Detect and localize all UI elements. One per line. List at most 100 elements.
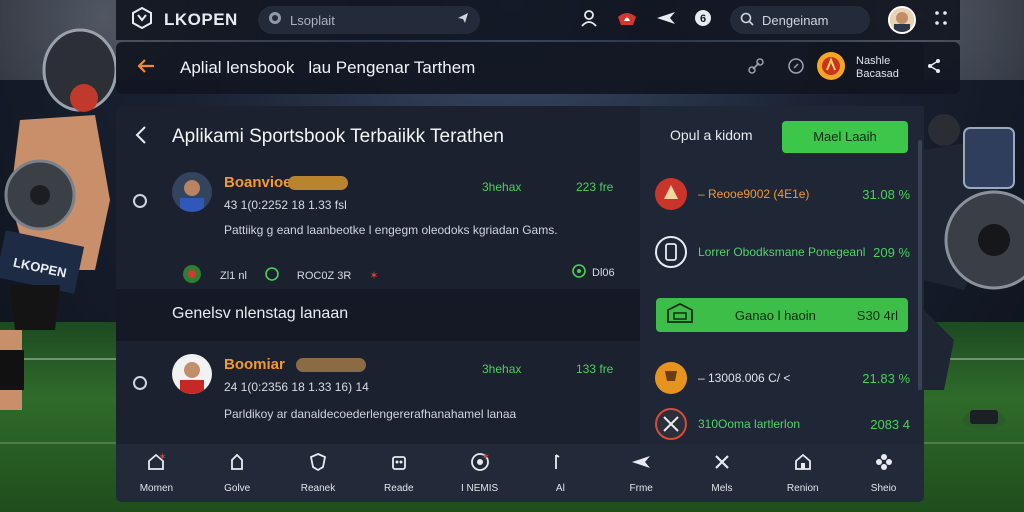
shield-icon [308, 452, 328, 477]
side-header-label: Opul a kidom [670, 127, 753, 143]
match-card[interactable]: Boanvioe 3hehax 223 fre 43 1(0:2252 18 1… [116, 168, 640, 288]
match-footer-right-text: Dl06 [592, 266, 615, 279]
page-subtitle: lau Pengenar Tarthem [308, 58, 476, 77]
section-title: Genelsv nlenstag lanaan [172, 305, 349, 322]
match-footer-right[interactable]: Dl06 [572, 264, 615, 281]
more-menu-icon[interactable] [934, 9, 948, 32]
compass-icon[interactable] [788, 57, 804, 79]
profile-line1: Nashle [856, 55, 891, 67]
match-description: Pattiikg g eand laanbeotke l engegm oleo… [224, 223, 558, 237]
phone-icon [550, 452, 570, 477]
globe-icon [268, 11, 282, 30]
match-badge [296, 358, 366, 372]
profile-card[interactable]: Nashle Bacasad [808, 42, 960, 94]
user-icon[interactable] [580, 9, 598, 32]
nav-item-frme[interactable]: Frme [601, 444, 682, 502]
back-chevron-icon[interactable] [134, 124, 148, 152]
page-title: Aplial lensbook [180, 58, 295, 77]
green-circle-icon [572, 264, 586, 281]
house-icon [793, 452, 813, 477]
nav-label: Al [555, 483, 565, 494]
match-card[interactable]: Boomiar 3hehax 133 fre 24 1(0:2356 18 1.… [116, 350, 640, 444]
page-header: Aplial lensbook lau Pengenar Tarthem [116, 42, 924, 94]
nav-item-renion[interactable]: Renion [762, 444, 843, 502]
nav-item-sheio[interactable]: Sheio [843, 444, 924, 502]
promo-label: Ganao l haoin [734, 307, 816, 323]
bird-icon [630, 452, 652, 477]
logo[interactable]: LKOPEN [130, 6, 250, 35]
ball-decoration [962, 410, 1006, 429]
match-odds-b[interactable]: 133 fre [576, 362, 613, 376]
back-arrow-icon[interactable] [136, 58, 156, 79]
profile-line2: Bacasad [856, 68, 899, 80]
nav-item-al[interactable]: Al [520, 444, 601, 502]
match-time: 43 1(0:2252 18 1.33 fsl [224, 198, 347, 212]
section-band: Genelsv nlenstag lanaan [116, 289, 640, 341]
robot-icon [389, 452, 409, 477]
nav-label: Momen [139, 483, 174, 494]
fire-badge-icon[interactable] [616, 9, 638, 32]
nav-label: Mels [711, 483, 733, 494]
match-footer-left: Zl1 nl [220, 269, 247, 282]
share-icon[interactable] [926, 58, 942, 79]
link-icon[interactable] [748, 57, 764, 79]
search-input-text: Lsoplait [290, 12, 335, 28]
six-circle-icon[interactable]: 6 [694, 9, 712, 32]
player-avatar [172, 172, 212, 212]
topbar-actions: 6 Dengeinam [580, 6, 948, 34]
side-panel: Opul a kidom Mael Laaih – Reooe9002 (4E1… [640, 106, 924, 444]
nav-item-reade[interactable]: Reade [358, 444, 439, 502]
upload-icon [227, 452, 247, 477]
bottom-nav: ✶ Momen Golve Reanek Reade ✶ I NEMIS Al … [116, 444, 924, 502]
side-list-item[interactable]: Lorrer Obodksmane Ponegeanl 209 % [654, 228, 910, 276]
nav-label: I NEMIS [460, 483, 499, 494]
side-item-label: – Reooe9002 (4E1e) [698, 187, 810, 201]
match-radio[interactable] [133, 194, 147, 208]
main-panel: Aplikami Sportsbook Terbaiikk Terathen B… [116, 106, 640, 444]
player-avatar [172, 354, 212, 394]
user-avatar[interactable] [888, 6, 916, 34]
athlete-illustration-right [924, 114, 1024, 390]
side-item-value: 31.08 % [862, 186, 910, 202]
side-list-item[interactable]: 310Ooma lartlerlon 2083 4 [654, 404, 910, 444]
phone-outline-icon [654, 235, 688, 269]
send-icon[interactable] [456, 11, 470, 30]
secondary-search-input[interactable]: Dengeinam [730, 6, 870, 34]
promo-bar[interactable]: Ganao l haoin S30 4rl [656, 298, 908, 332]
search-input[interactable]: Lsoplait [258, 6, 480, 34]
match-team-name: Boomiar [224, 356, 285, 373]
secondary-search-text: Dengeinam [762, 12, 829, 28]
match-odds-a[interactable]: 3hehax [482, 362, 521, 376]
nav-item-golve[interactable]: Golve [197, 444, 278, 502]
notification-dot: ✶ [158, 452, 167, 463]
nav-item-nemis[interactable]: ✶ I NEMIS [439, 444, 520, 502]
nav-label: Frme [629, 483, 653, 494]
side-scrollbar[interactable] [918, 140, 922, 390]
notification-dot: ✶ [481, 452, 490, 463]
athlete-illustration-left: LKOPEN [0, 28, 118, 410]
primary-cta-button[interactable]: Mael Laaih [782, 121, 908, 153]
match-footer-mid: ROC0Z 3R [296, 269, 352, 282]
match-odds-b[interactable]: 223 fre [576, 180, 613, 194]
nav-label: Renion [786, 483, 819, 494]
match-description: Parldikoy ar danaldecoederlengererafhana… [224, 407, 517, 421]
nav-label: Sheio [870, 483, 897, 494]
search-icon [740, 12, 754, 29]
promo-value: S30 4rl [856, 307, 898, 323]
coin-icon [816, 51, 846, 86]
plane-icon[interactable] [656, 9, 676, 32]
match-badge [288, 176, 348, 190]
trophy-icon [654, 361, 688, 395]
nav-item-mels[interactable]: Mels [682, 444, 763, 502]
side-item-label: – 13008.006 C/ < [698, 371, 791, 385]
nav-label: Reanek [300, 483, 336, 494]
match-time: 24 1(0:2356 18 1.33 16) 14 [224, 380, 369, 394]
star-icon: ✶ [369, 270, 379, 282]
nav-item-home[interactable]: ✶ Momen [116, 444, 197, 502]
match-odds-a[interactable]: 3hehax [482, 180, 521, 194]
side-list-item[interactable]: – 13008.006 C/ < 21.83 % [654, 354, 910, 402]
match-radio[interactable] [133, 376, 147, 390]
nav-item-reanek[interactable]: Reanek [278, 444, 359, 502]
match-footer: Zl1 nl ROC0Z 3R ✶ [182, 264, 379, 287]
side-list-item[interactable]: – Reooe9002 (4E1e) 31.08 % [654, 170, 910, 218]
